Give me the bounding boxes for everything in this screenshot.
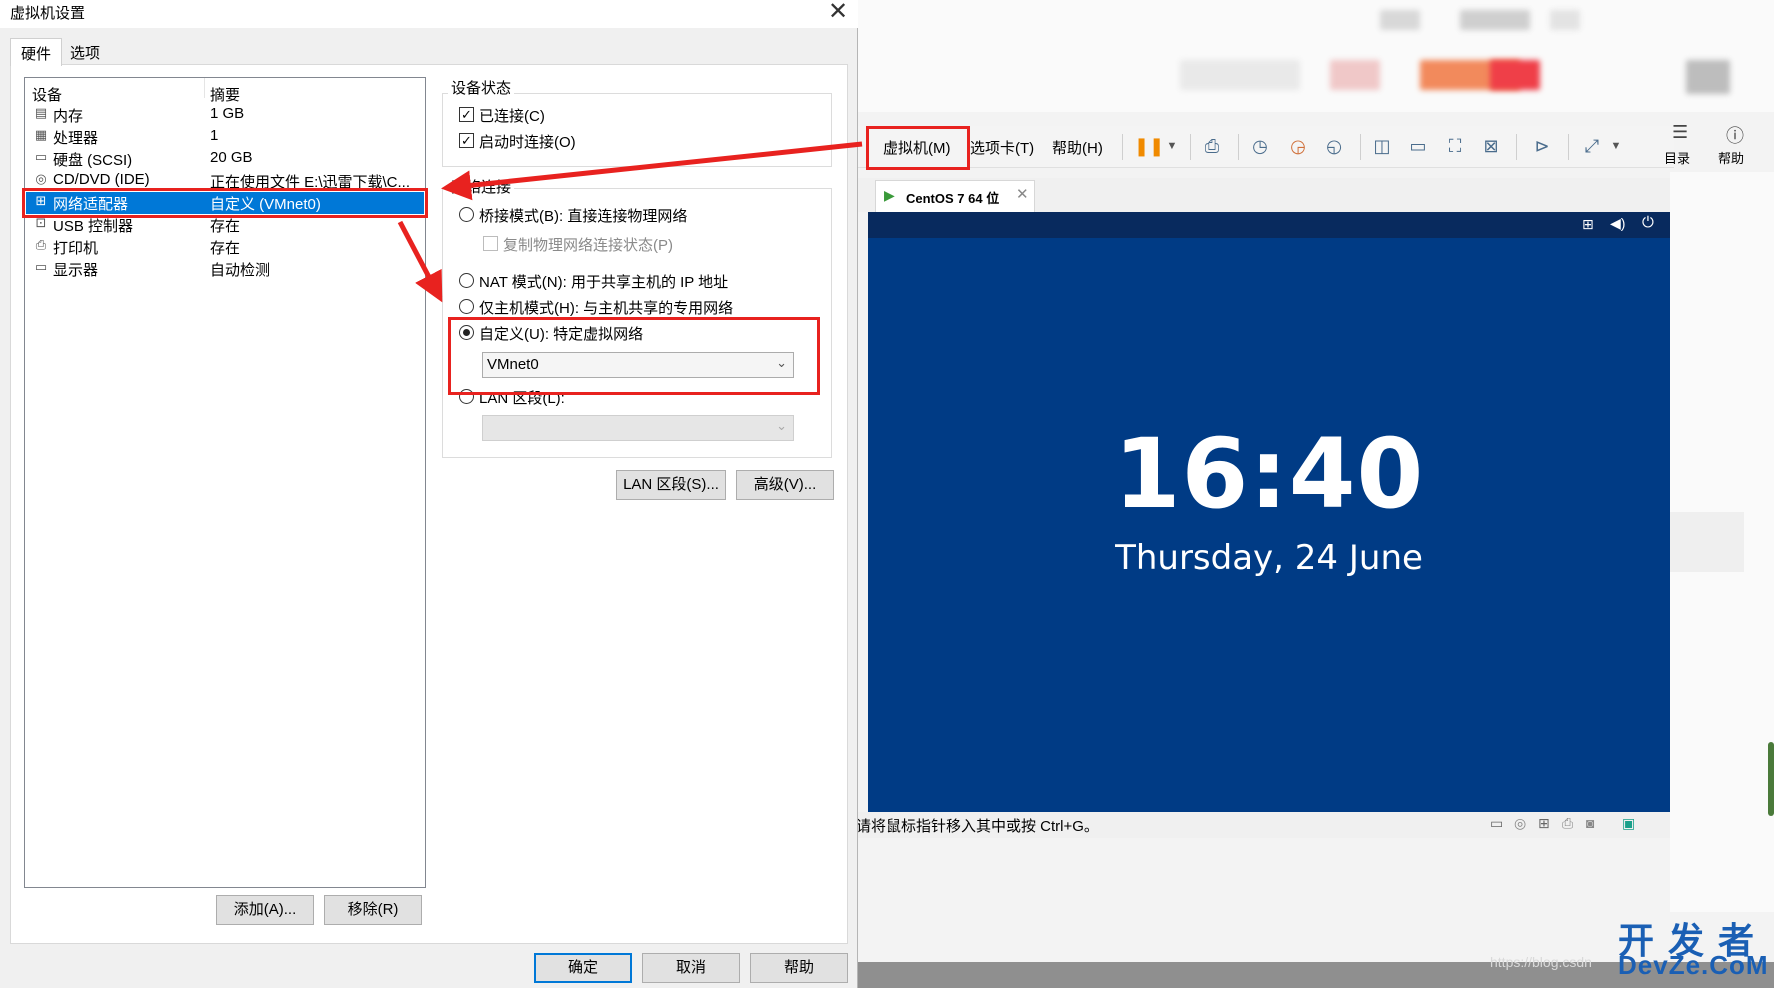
arrow-adapter-to-custom — [397, 220, 443, 303]
annotation-arrows — [397, 141, 863, 303]
arrow-menu-to-adapter — [441, 141, 863, 201]
